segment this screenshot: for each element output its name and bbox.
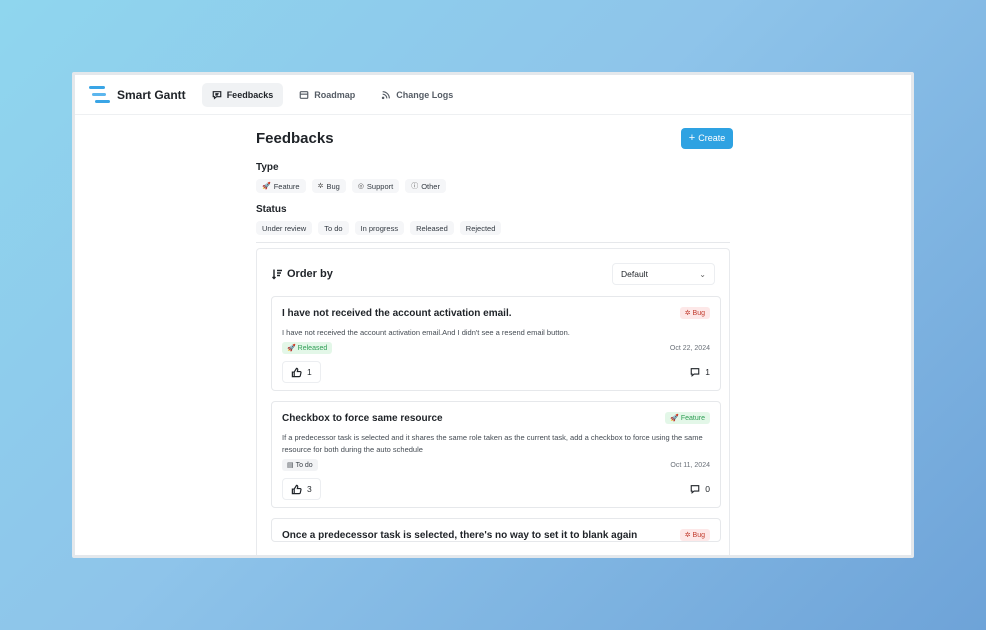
status-chip-to-do[interactable]: To do xyxy=(318,221,349,235)
help-circle-icon: ⓘ xyxy=(411,183,419,190)
vote-count: 1 xyxy=(307,367,312,377)
status-chip-released[interactable]: Released xyxy=(410,221,454,235)
order-by-label: Order by xyxy=(271,268,333,280)
order-select-value: Default xyxy=(621,269,648,279)
feedback-date: Oct 11, 2024 xyxy=(670,461,710,469)
status-badge-label: To do xyxy=(295,462,313,469)
tab-feedbacks[interactable]: Feedbacks xyxy=(201,82,284,107)
plus-icon: + xyxy=(688,131,696,144)
type-chip-feature[interactable]: 🚀 Feature xyxy=(256,179,306,193)
status-filters: Under review To do In progress Released … xyxy=(256,221,736,235)
type-badge-label: Bug xyxy=(692,309,705,317)
card-header: I have not received the account activati… xyxy=(282,307,710,319)
chip-label: Feature xyxy=(273,181,300,191)
type-chip-support[interactable]: ◎ Support xyxy=(351,179,400,193)
support-icon: ◎ xyxy=(357,183,364,190)
thumbs-up-icon xyxy=(291,484,302,494)
feedback-description: If a predecessor task is selected and it… xyxy=(282,433,703,454)
bug-icon: ✲ xyxy=(684,532,693,539)
chip-label: Bug xyxy=(326,181,340,191)
clipboard-icon: ▤ xyxy=(287,462,296,469)
type-badge-label: Bug xyxy=(692,531,705,539)
logo-mark-icon xyxy=(89,85,111,105)
app-logo[interactable]: Smart Gantt xyxy=(89,85,186,105)
type-filters: 🚀 Feature ✲ Bug ◎ Support ⓘ Other xyxy=(256,179,736,193)
page-header: Feedbacks + Create xyxy=(256,125,736,151)
map-icon xyxy=(299,90,309,99)
status-chip-rejected[interactable]: Rejected xyxy=(459,221,502,235)
rocket-icon: 🚀 xyxy=(262,183,271,190)
upvote-button[interactable]: 1 xyxy=(282,361,321,383)
status-badge: 🚀 Released xyxy=(282,342,333,354)
tab-feedbacks-label: Feedbacks xyxy=(226,89,274,100)
card-meta: ▤ To do Oct 11, 2024 xyxy=(282,459,710,471)
status-chip-under-review[interactable]: Under review xyxy=(256,221,313,235)
page-title: Feedbacks xyxy=(256,129,334,147)
comment-count-value: 0 xyxy=(705,484,710,494)
card-actions: 3 0 xyxy=(282,471,710,507)
card-actions: 1 1 xyxy=(282,354,710,390)
status-badge: ▤ To do xyxy=(282,459,318,471)
thumbs-up-icon xyxy=(291,367,302,377)
feedback-list-panel: Order by Default ⌄ I have not received t… xyxy=(256,248,730,555)
card-meta: 🚀 Released Oct 22, 2024 xyxy=(282,342,710,354)
rss-icon xyxy=(382,90,391,99)
type-badge: ✲ Bug xyxy=(679,529,710,541)
chevron-down-icon: ⌄ xyxy=(699,269,706,279)
order-by-text: Order by xyxy=(287,268,333,280)
comments-count[interactable]: 0 xyxy=(690,484,710,494)
type-chip-other[interactable]: ⓘ Other xyxy=(405,179,446,193)
comment-count-value: 1 xyxy=(705,367,710,377)
tab-roadmap-label: Roadmap xyxy=(314,89,356,100)
card-header: Once a predecessor task is selected, the… xyxy=(282,529,710,541)
card-header: Checkbox to force same resource 🚀 Featur… xyxy=(282,412,710,424)
rocket-icon: 🚀 xyxy=(287,345,298,352)
feedback-title: I have not received the account activati… xyxy=(282,307,512,319)
divider xyxy=(256,242,730,243)
type-filter-label: Type xyxy=(256,162,279,173)
message-square-icon xyxy=(212,90,222,100)
create-button[interactable]: + Create xyxy=(681,127,733,149)
chip-label: Support xyxy=(366,181,394,191)
tab-roadmap[interactable]: Roadmap xyxy=(289,83,365,107)
feedback-card[interactable]: Checkbox to force same resource 🚀 Featur… xyxy=(271,401,721,508)
status-badge-label: Released xyxy=(297,345,328,352)
app-window: Smart Gantt Feedbacks Roadmap Change Log… xyxy=(72,72,914,558)
status-chip-in-progress[interactable]: In progress xyxy=(354,221,405,235)
type-badge-label: Feature xyxy=(680,414,705,422)
type-badge: 🚀 Feature xyxy=(665,412,710,424)
top-navigation: Smart Gantt Feedbacks Roadmap Change Log… xyxy=(75,75,911,115)
create-button-label: Create xyxy=(698,133,726,143)
tab-change-logs-label: Change Logs xyxy=(396,89,454,100)
status-filter-label: Status xyxy=(256,204,287,215)
bug-icon: ✲ xyxy=(684,310,693,317)
vote-count: 3 xyxy=(307,484,312,494)
feedback-card[interactable]: Once a predecessor task is selected, the… xyxy=(271,518,721,542)
feedback-description: I have not received the account activati… xyxy=(282,328,570,337)
upvote-button[interactable]: 3 xyxy=(282,478,321,500)
sort-icon xyxy=(272,269,282,280)
app-name: Smart Gantt xyxy=(117,87,186,102)
type-badge: ✲ Bug xyxy=(679,307,710,319)
chip-label: Other xyxy=(421,181,440,191)
main-content: Feedbacks + Create Type 🚀 Feature ✲ Bug ◎ S… xyxy=(256,125,736,555)
comment-icon xyxy=(690,368,700,377)
rocket-icon: 🚀 xyxy=(670,415,681,422)
feedback-title: Checkbox to force same resource xyxy=(282,412,443,424)
feedback-title: Once a predecessor task is selected, the… xyxy=(282,529,638,541)
order-row: Order by Default ⌄ xyxy=(271,262,719,286)
bug-icon: ✲ xyxy=(317,183,324,190)
type-chip-bug[interactable]: ✲ Bug xyxy=(311,179,346,193)
feedback-date: Oct 22, 2024 xyxy=(669,344,710,352)
tab-change-logs[interactable]: Change Logs xyxy=(371,83,463,107)
comment-icon xyxy=(690,485,700,494)
feedback-card[interactable]: I have not received the account activati… xyxy=(271,296,721,391)
order-select[interactable]: Default ⌄ xyxy=(612,263,715,285)
comments-count[interactable]: 1 xyxy=(690,367,710,377)
